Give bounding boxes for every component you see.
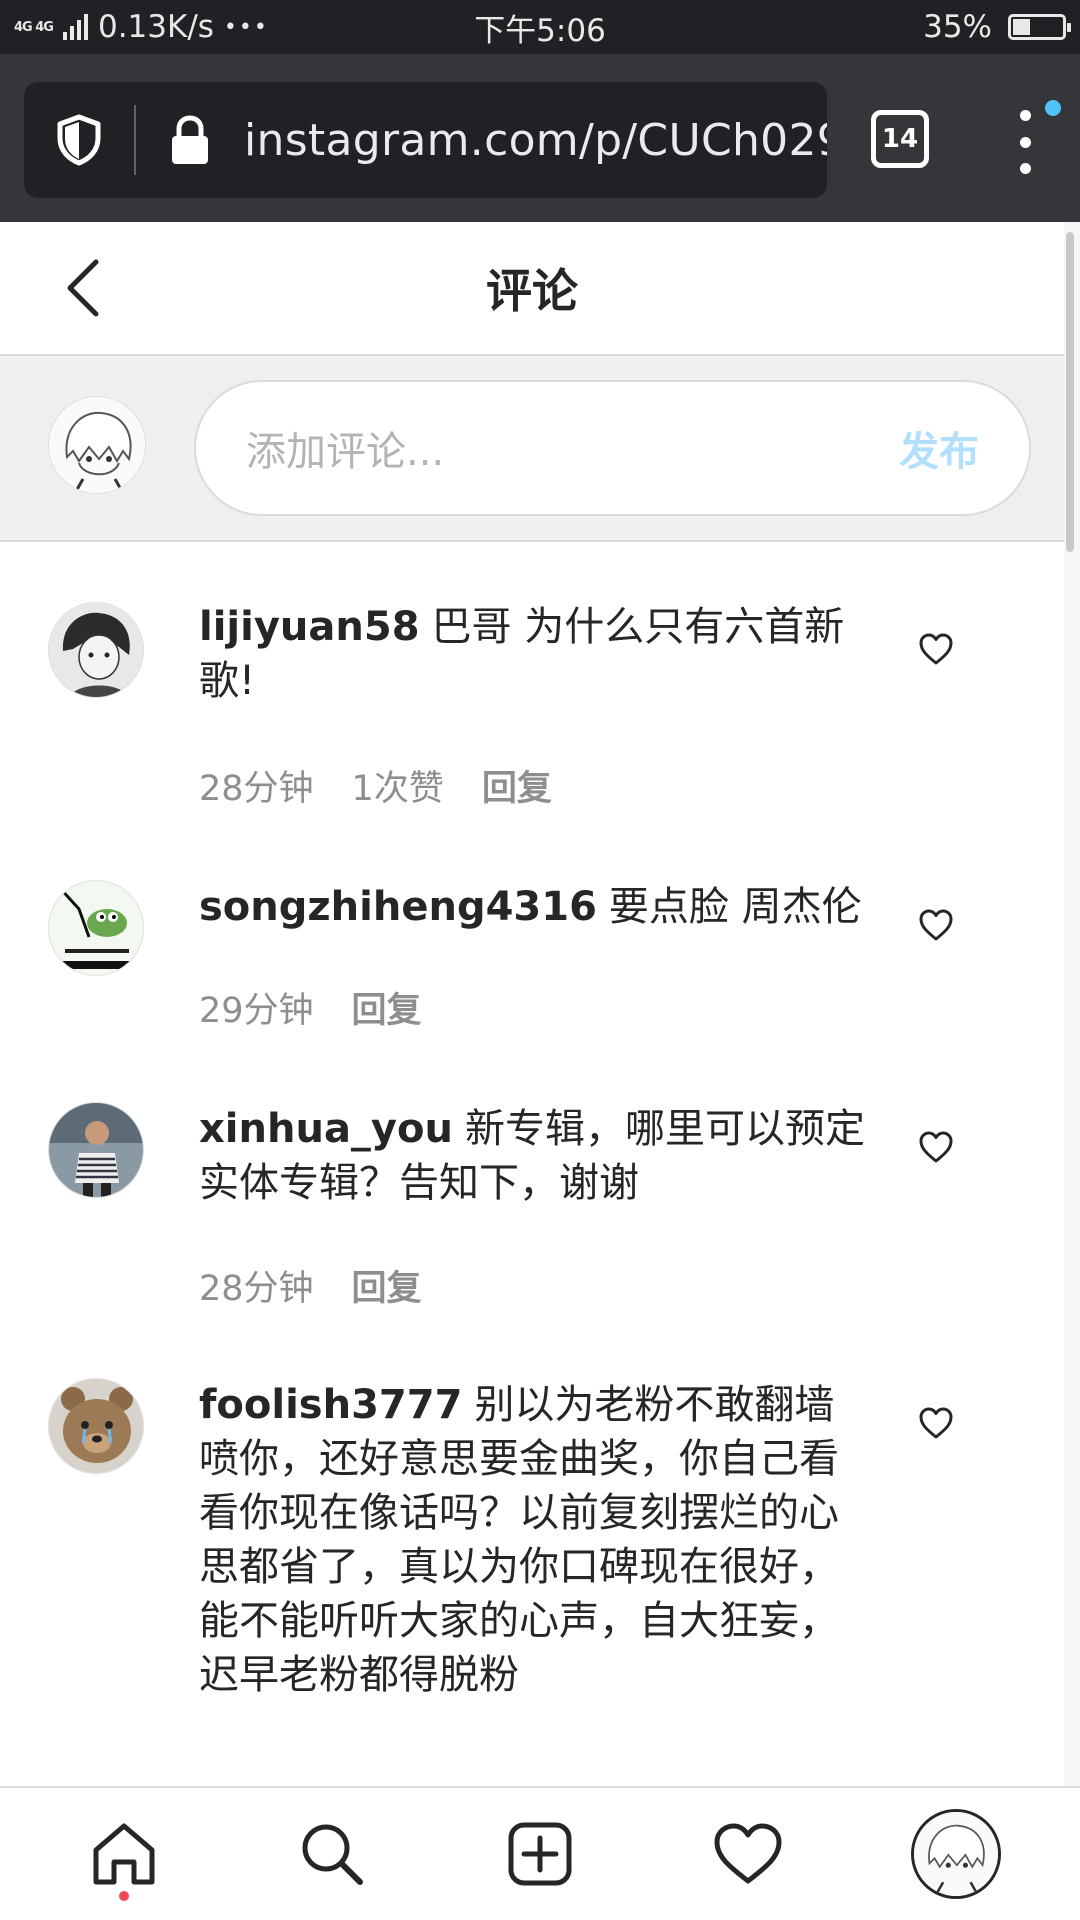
nav-new-post[interactable] — [485, 1799, 595, 1909]
nav-activity[interactable] — [693, 1799, 803, 1909]
comment-content: 别以为老粉不敢翻墙喷你，还好意思要金曲奖，你自己看看你现在像话吗？以前复刻摆烂的… — [199, 1382, 839, 1698]
network-speed: 0.13K/s — [97, 9, 214, 45]
avatar[interactable] — [48, 880, 144, 976]
comment-text: xinhua_you 新专辑，哪里可以预定实体专辑？告知下，谢谢 — [199, 1102, 869, 1210]
page-title: 评论 — [486, 264, 578, 318]
scrollbar[interactable] — [1064, 222, 1080, 1788]
avatar[interactable] — [48, 1102, 144, 1198]
reply-button[interactable]: 回复 — [352, 1260, 422, 1311]
avatar[interactable] — [48, 602, 144, 698]
reply-button[interactable]: 回复 — [352, 982, 422, 1033]
battery-level — [1013, 19, 1030, 35]
comment-meta: 29分钟 回复 — [199, 982, 422, 1033]
heart-icon — [714, 1823, 782, 1884]
comment-username[interactable]: foolish3777 — [199, 1382, 462, 1428]
more-dots-icon: ••• — [223, 14, 269, 40]
url-text[interactable]: instagram.com/p/CUCh029c — [244, 115, 827, 166]
nav-profile[interactable] — [901, 1799, 1011, 1909]
search-icon — [302, 1824, 363, 1885]
comment-time: 28分钟 — [199, 1269, 314, 1309]
comment-meta: 28分钟 回复 — [199, 1260, 422, 1311]
browser-toolbar: instagram.com/p/CUCh029c 14 — [0, 54, 1080, 222]
comment-text: songzhiheng4316 要点脸 周杰伦 — [199, 880, 869, 934]
like-heart-icon[interactable] — [918, 1130, 954, 1164]
comment-composer: 添加评论... 发布 — [0, 356, 1064, 542]
like-heart-icon[interactable] — [918, 1406, 954, 1440]
post-button[interactable]: 发布 — [899, 419, 979, 477]
comment-username[interactable]: xinhua_you — [199, 1106, 453, 1152]
network-type: 4G 4G — [14, 19, 54, 35]
comment-meta: 28分钟 1次赞 回复 — [199, 760, 552, 811]
clock: 下午5:06 — [474, 12, 606, 49]
add-post-icon — [508, 1822, 572, 1886]
browser-menu-button[interactable] — [1010, 110, 1040, 174]
like-heart-icon[interactable] — [918, 908, 954, 942]
shield-icon[interactable] — [24, 114, 134, 166]
address-bar[interactable]: instagram.com/p/CUCh029c — [24, 82, 827, 198]
scrollbar-thumb[interactable] — [1066, 232, 1074, 552]
page-header: 评论 — [0, 222, 1064, 356]
like-heart-icon[interactable] — [918, 632, 954, 666]
comment-time: 28分钟 — [199, 769, 314, 809]
update-badge — [1045, 100, 1061, 116]
home-icon — [93, 1823, 155, 1885]
battery-icon — [1008, 14, 1071, 40]
avatar — [48, 396, 146, 494]
profile-avatar — [911, 1809, 1001, 1899]
back-arrow-icon[interactable] — [64, 258, 100, 322]
lock-icon[interactable] — [136, 114, 244, 166]
comment-placeholder: 添加评论... — [246, 429, 445, 475]
comment-content: 要点脸 周杰伦 — [608, 884, 862, 930]
comment-username[interactable]: songzhiheng4316 — [199, 884, 597, 930]
avatar[interactable] — [48, 1378, 144, 1474]
nav-home[interactable] — [69, 1799, 179, 1909]
nav-search[interactable] — [277, 1799, 387, 1909]
battery-percent: 35% — [923, 9, 992, 45]
comment-input[interactable]: 添加评论... 发布 — [194, 380, 1031, 516]
comment-likes[interactable]: 1次赞 — [352, 760, 444, 811]
signal-icon — [62, 14, 88, 40]
status-bar: 4G 4G 0.13K/s ••• 下午5:06 35% — [0, 0, 1080, 54]
comment-username[interactable]: lijiyuan58 — [199, 604, 420, 650]
bottom-navigation — [0, 1786, 1080, 1920]
activity-dot — [119, 1891, 129, 1901]
reply-button[interactable]: 回复 — [482, 760, 552, 811]
comment-text: foolish3777 别以为老粉不敢翻墙喷你，还好意思要金曲奖，你自己看看你现在… — [199, 1378, 869, 1702]
comment-text: lijiyuan58 巴哥 为什么只有六首新歌! — [199, 600, 869, 708]
tab-switcher-button[interactable]: 14 — [871, 110, 929, 168]
comment-time: 29分钟 — [199, 991, 314, 1031]
